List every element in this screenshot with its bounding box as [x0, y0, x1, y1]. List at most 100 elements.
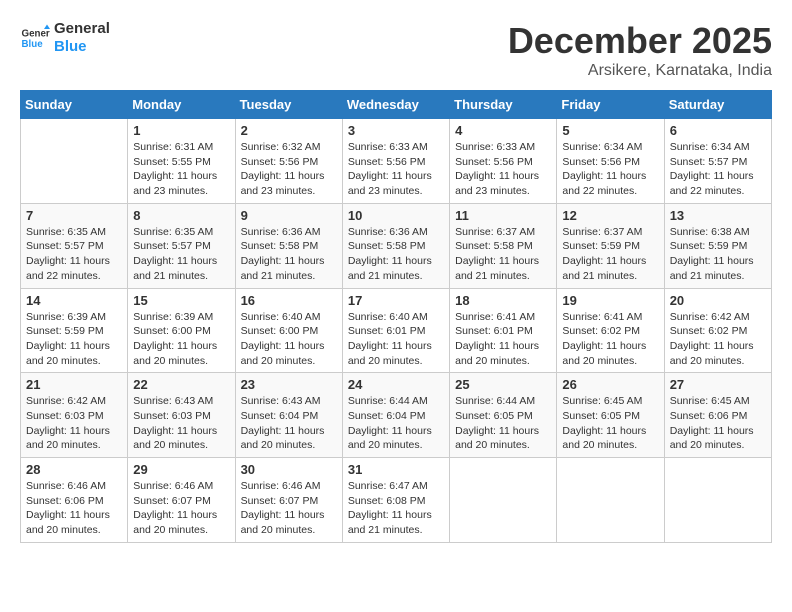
calendar-cell: 19Sunrise: 6:41 AM Sunset: 6:02 PM Dayli…: [557, 288, 664, 373]
day-number: 2: [241, 123, 337, 138]
calendar-week-2: 7 Sunrise: 6:35 AM Sunset: 5:57 PM Daylig…: [21, 203, 772, 288]
day-number: 4: [455, 123, 551, 138]
calendar-cell: 15 Sunrise: 6:39 AM Sunset: 6:00 PM Dayli…: [128, 288, 235, 373]
weekday-header-sunday: Sunday: [21, 91, 128, 119]
calendar-cell: [664, 458, 771, 543]
logo: General Blue General Blue: [20, 20, 110, 56]
calendar-cell: 31Sunrise: 6:47 AM Sunset: 6:08 PM Dayli…: [342, 458, 449, 543]
calendar-cell: 6 Sunrise: 6:34 AM Sunset: 5:57 PM Daylig…: [664, 119, 771, 204]
day-number: 23: [241, 377, 337, 392]
weekday-header-thursday: Thursday: [450, 91, 557, 119]
day-info: Sunrise: 6:36 AM Sunset: 5:58 PM Dayligh…: [241, 225, 337, 284]
calendar-cell: 26 Sunrise: 6:45 AM Sunset: 6:05 PM Dayli…: [557, 373, 664, 458]
calendar-cell: 16Sunrise: 6:40 AM Sunset: 6:00 PM Dayli…: [235, 288, 342, 373]
day-info: Sunrise: 6:43 AM Sunset: 6:03 PM Dayligh…: [133, 394, 229, 453]
svg-text:General: General: [22, 29, 51, 40]
day-number: 18: [455, 293, 551, 308]
calendar-cell: 27Sunrise: 6:45 AM Sunset: 6:06 PM Dayli…: [664, 373, 771, 458]
day-number: 29: [133, 462, 229, 477]
day-info: Sunrise: 6:42 AM Sunset: 6:03 PM Dayligh…: [26, 394, 122, 453]
day-info: Sunrise: 6:33 AM Sunset: 5:56 PM Dayligh…: [455, 140, 551, 199]
day-number: 25: [455, 377, 551, 392]
title-block: December 2025 Arsikere, Karnataka, India: [508, 20, 772, 80]
calendar-table: SundayMondayTuesdayWednesdayThursdayFrid…: [20, 90, 772, 543]
calendar-cell: [450, 458, 557, 543]
day-info: Sunrise: 6:42 AM Sunset: 6:02 PM Dayligh…: [670, 310, 766, 369]
day-info: Sunrise: 6:40 AM Sunset: 6:01 PM Dayligh…: [348, 310, 444, 369]
weekday-header-row: SundayMondayTuesdayWednesdayThursdayFrid…: [21, 91, 772, 119]
day-info: Sunrise: 6:35 AM Sunset: 5:57 PM Dayligh…: [133, 225, 229, 284]
day-number: 3: [348, 123, 444, 138]
weekday-header-monday: Monday: [128, 91, 235, 119]
calendar-cell: [557, 458, 664, 543]
day-info: Sunrise: 6:39 AM Sunset: 5:59 PM Dayligh…: [26, 310, 122, 369]
day-info: Sunrise: 6:47 AM Sunset: 6:08 PM Dayligh…: [348, 479, 444, 538]
calendar-cell: 23 Sunrise: 6:43 AM Sunset: 6:04 PM Dayli…: [235, 373, 342, 458]
calendar-cell: 2 Sunrise: 6:32 AM Sunset: 5:56 PM Daylig…: [235, 119, 342, 204]
day-number: 7: [26, 208, 122, 223]
day-info: Sunrise: 6:34 AM Sunset: 5:56 PM Dayligh…: [562, 140, 658, 199]
calendar-cell: 22 Sunrise: 6:43 AM Sunset: 6:03 PM Dayli…: [128, 373, 235, 458]
day-info: Sunrise: 6:46 AM Sunset: 6:07 PM Dayligh…: [241, 479, 337, 538]
day-info: Sunrise: 6:46 AM Sunset: 6:07 PM Dayligh…: [133, 479, 229, 538]
calendar-week-5: 28 Sunrise: 6:46 AM Sunset: 6:06 PM Dayli…: [21, 458, 772, 543]
day-info: Sunrise: 6:45 AM Sunset: 6:05 PM Dayligh…: [562, 394, 658, 453]
day-number: 26: [562, 377, 658, 392]
day-number: 14: [26, 293, 122, 308]
day-info: Sunrise: 6:32 AM Sunset: 5:56 PM Dayligh…: [241, 140, 337, 199]
day-number: 22: [133, 377, 229, 392]
weekday-header-wednesday: Wednesday: [342, 91, 449, 119]
calendar-cell: 7 Sunrise: 6:35 AM Sunset: 5:57 PM Daylig…: [21, 203, 128, 288]
day-number: 20: [670, 293, 766, 308]
day-info: Sunrise: 6:41 AM Sunset: 6:02 PM Dayligh…: [562, 310, 658, 369]
day-info: Sunrise: 6:44 AM Sunset: 6:05 PM Dayligh…: [455, 394, 551, 453]
location-subtitle: Arsikere, Karnataka, India: [508, 62, 772, 80]
calendar-cell: [21, 119, 128, 204]
day-info: Sunrise: 6:36 AM Sunset: 5:58 PM Dayligh…: [348, 225, 444, 284]
weekday-header-friday: Friday: [557, 91, 664, 119]
calendar-cell: 18Sunrise: 6:41 AM Sunset: 6:01 PM Dayli…: [450, 288, 557, 373]
calendar-cell: 20 Sunrise: 6:42 AM Sunset: 6:02 PM Dayli…: [664, 288, 771, 373]
calendar-cell: 12Sunrise: 6:37 AM Sunset: 5:59 PM Dayli…: [557, 203, 664, 288]
day-info: Sunrise: 6:44 AM Sunset: 6:04 PM Dayligh…: [348, 394, 444, 453]
calendar-cell: 3Sunrise: 6:33 AM Sunset: 5:56 PM Daylig…: [342, 119, 449, 204]
calendar-cell: 25 Sunrise: 6:44 AM Sunset: 6:05 PM Dayli…: [450, 373, 557, 458]
calendar-cell: 14 Sunrise: 6:39 AM Sunset: 5:59 PM Dayli…: [21, 288, 128, 373]
calendar-cell: 10 Sunrise: 6:36 AM Sunset: 5:58 PM Dayli…: [342, 203, 449, 288]
calendar-cell: 29 Sunrise: 6:46 AM Sunset: 6:07 PM Dayli…: [128, 458, 235, 543]
day-info: Sunrise: 6:43 AM Sunset: 6:04 PM Dayligh…: [241, 394, 337, 453]
calendar-cell: 17Sunrise: 6:40 AM Sunset: 6:01 PM Dayli…: [342, 288, 449, 373]
calendar-cell: 28 Sunrise: 6:46 AM Sunset: 6:06 PM Dayli…: [21, 458, 128, 543]
day-number: 10: [348, 208, 444, 223]
day-number: 1: [133, 123, 229, 138]
day-info: Sunrise: 6:46 AM Sunset: 6:06 PM Dayligh…: [26, 479, 122, 538]
calendar-cell: 4 Sunrise: 6:33 AM Sunset: 5:56 PM Daylig…: [450, 119, 557, 204]
logo-icon: General Blue: [20, 23, 50, 53]
calendar-cell: 30 Sunrise: 6:46 AM Sunset: 6:07 PM Dayli…: [235, 458, 342, 543]
day-info: Sunrise: 6:40 AM Sunset: 6:00 PM Dayligh…: [241, 310, 337, 369]
calendar-cell: 8 Sunrise: 6:35 AM Sunset: 5:57 PM Daylig…: [128, 203, 235, 288]
day-number: 21: [26, 377, 122, 392]
calendar-cell: 11Sunrise: 6:37 AM Sunset: 5:58 PM Dayli…: [450, 203, 557, 288]
page-header: General Blue General Blue December 2025 …: [20, 20, 772, 80]
logo-line1: General: [54, 20, 110, 38]
day-number: 6: [670, 123, 766, 138]
calendar-week-1: 1Sunrise: 6:31 AM Sunset: 5:55 PM Daylig…: [21, 119, 772, 204]
day-info: Sunrise: 6:39 AM Sunset: 6:00 PM Dayligh…: [133, 310, 229, 369]
day-info: Sunrise: 6:34 AM Sunset: 5:57 PM Dayligh…: [670, 140, 766, 199]
calendar-cell: 5 Sunrise: 6:34 AM Sunset: 5:56 PM Daylig…: [557, 119, 664, 204]
day-number: 30: [241, 462, 337, 477]
calendar-cell: 13Sunrise: 6:38 AM Sunset: 5:59 PM Dayli…: [664, 203, 771, 288]
day-number: 15: [133, 293, 229, 308]
day-number: 28: [26, 462, 122, 477]
day-number: 24: [348, 377, 444, 392]
month-title: December 2025: [508, 20, 772, 62]
day-number: 13: [670, 208, 766, 223]
day-number: 9: [241, 208, 337, 223]
svg-text:Blue: Blue: [22, 39, 44, 50]
day-number: 5: [562, 123, 658, 138]
calendar-week-3: 14 Sunrise: 6:39 AM Sunset: 5:59 PM Dayli…: [21, 288, 772, 373]
day-info: Sunrise: 6:35 AM Sunset: 5:57 PM Dayligh…: [26, 225, 122, 284]
day-number: 8: [133, 208, 229, 223]
logo-line2: Blue: [54, 38, 110, 56]
